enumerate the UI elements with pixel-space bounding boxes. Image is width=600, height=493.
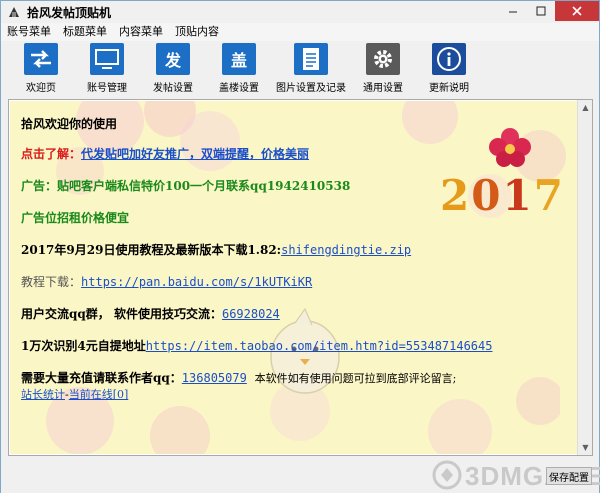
year-digit-2: 2 (440, 171, 472, 220)
recharge-line: 需要大量充值请联系作者qq：136805079 本软件如有使用问题可拉到底部评论… (21, 369, 456, 386)
menu-account[interactable]: 账号菜单 (1, 23, 57, 41)
welcome-content[interactable]: 2017 拾风欢迎你的使用 点击了解：代发贴吧加好友推广，双端提醒，价格美丽 广… (10, 101, 578, 454)
tutorial-label: 教程下载： (21, 275, 82, 289)
promo-link[interactable]: 代发贴吧加好友推广，双端提醒，价格美丽 (81, 147, 309, 161)
general-settings-button[interactable]: 通用设置 (351, 41, 415, 97)
title-bar[interactable]: 拾风发帖顶贴机 (1, 1, 599, 23)
close-icon (572, 6, 582, 16)
app-window: 拾风发帖顶贴机 账号菜单 标题菜单 内容菜单 顶贴内容 欢迎页 账号管理 发 发… (0, 0, 600, 493)
update-text: 2017年9月29日使用教程及最新版本下载1.82: (21, 243, 282, 257)
post-settings-button[interactable]: 发 发帖设置 (141, 41, 205, 97)
floor-settings-button[interactable]: 盖 盖楼设置 (207, 41, 271, 97)
year-digit-1: 1 (502, 171, 534, 220)
post-settings-label: 发帖设置 (153, 83, 193, 94)
maximize-button[interactable] (527, 1, 555, 21)
3dmgame-watermark-logo (432, 460, 462, 490)
menu-title[interactable]: 标题菜单 (57, 23, 113, 41)
online-count-link[interactable]: 当前在线[0] (69, 388, 129, 401)
group-link[interactable]: 66928024 (222, 307, 280, 321)
captcha-line: 1万次识别4元自提地址https://item.taobao.com/item.… (21, 337, 492, 354)
ad-line-2: 广告位招租价格便宜 (21, 211, 130, 225)
monitor-icon (90, 43, 124, 75)
recharge-text: 需要大量充值请联系作者qq： (21, 371, 182, 385)
year-2017-decoration: 2017 (440, 171, 565, 220)
account-manage-button[interactable]: 账号管理 (75, 41, 139, 97)
update-download-link[interactable]: shifengdingtie.zip (281, 243, 411, 257)
recharge-link[interactable]: 136805079 (182, 371, 247, 385)
group-text: 用户交流qq群， 软件使用技巧交流： (21, 307, 222, 321)
stats-line: 站长统计-当前在线[0] (21, 386, 128, 402)
maximize-icon (536, 6, 546, 16)
menu-bar: 账号菜单 标题菜单 内容菜单 顶贴内容 (1, 23, 599, 41)
account-manage-label: 账号管理 (87, 83, 127, 94)
general-settings-label: 通用设置 (363, 83, 403, 94)
update-line: 2017年9月29日使用教程及最新版本下载1.82:shifengdingtie… (21, 241, 411, 258)
tutorial-line: 教程下载：https://pan.baidu.com/s/1kUTKiKR (21, 273, 312, 290)
group-line: 用户交流qq群， 软件使用技巧交流：66928024 (21, 305, 280, 322)
bottom-bar: 3DMGAME 保存配置 (1, 459, 600, 493)
floor-settings-label: 盖楼设置 (219, 83, 259, 94)
update-notes-button[interactable]: 更新说明 (417, 41, 481, 97)
menu-bump-content[interactable]: 顶贴内容 (169, 23, 225, 41)
scroll-up-icon[interactable]: ▲ (578, 100, 593, 115)
recharge-note: 本软件如有使用问题可拉到底部评论留言; (254, 372, 457, 385)
welcome-button[interactable]: 欢迎页 (9, 41, 73, 97)
year-digit-7: 7 (533, 171, 565, 220)
document-icon (294, 43, 328, 75)
captcha-link[interactable]: https://item.taobao.com/item.htm?id=5534… (146, 339, 493, 353)
captcha-text: 1万次识别4元自提地址 (21, 339, 146, 353)
image-settings-button[interactable]: 图片设置及记录 (273, 41, 349, 97)
window-controls (499, 1, 599, 21)
save-config-button[interactable]: 保存配置 (546, 467, 592, 485)
minimize-button[interactable] (499, 1, 527, 21)
year-digit-0: 0 (471, 171, 503, 220)
update-notes-label: 更新说明 (429, 83, 469, 94)
content-frame: 2017 拾风欢迎你的使用 点击了解：代发贴吧加好友推广，双端提醒，价格美丽 广… (8, 99, 593, 456)
close-button[interactable] (555, 1, 599, 21)
app-icon (9, 7, 19, 17)
flower-icon (489, 128, 531, 167)
info-icon (432, 43, 466, 75)
image-settings-label: 图片设置及记录 (276, 83, 346, 94)
welcome-heading: 拾风欢迎你的使用 (21, 117, 118, 131)
vertical-scrollbar[interactable]: ▲ ▼ (577, 100, 592, 455)
tutorial-link[interactable]: https://pan.baidu.com/s/1kUTKiKR (81, 275, 312, 289)
menu-content[interactable]: 内容菜单 (113, 23, 169, 41)
fa-char-icon: 发 (156, 43, 190, 75)
promo-line: 点击了解：代发贴吧加好友推广，双端提醒，价格美丽 (21, 145, 309, 162)
stats-link[interactable]: 站长统计 (21, 388, 65, 401)
toolbar: 欢迎页 账号管理 发 发帖设置 盖 盖楼设置 图片设置及记录 通用设置 更新说明 (1, 41, 599, 97)
welcome-label: 欢迎页 (26, 83, 56, 94)
window-title: 拾风发帖顶贴机 (27, 5, 112, 20)
gear-icon (366, 43, 400, 75)
promo-prefix: 点击了解： (21, 147, 82, 161)
ad-line-1: 广告：贴吧客户端私信特价100一个月联系qq1942410538 (21, 179, 351, 193)
gai-char-icon: 盖 (222, 43, 256, 75)
scroll-down-icon[interactable]: ▼ (578, 440, 593, 455)
minimize-icon (509, 11, 517, 13)
arrows-icon (24, 43, 58, 75)
